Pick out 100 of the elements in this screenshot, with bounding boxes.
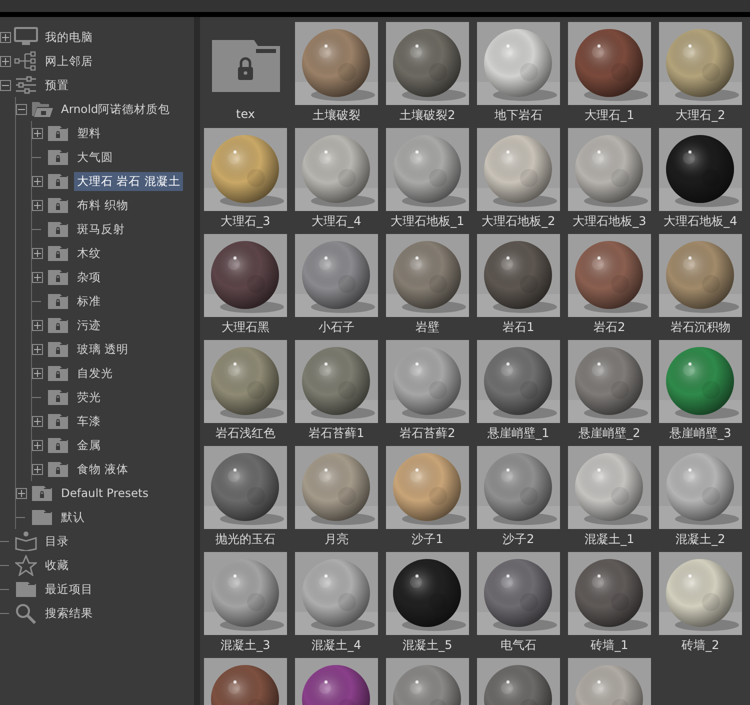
material-label: 大理石_2 — [676, 107, 726, 124]
network-icon — [14, 51, 38, 71]
folder-lock-icon — [47, 124, 69, 142]
material-label: 大理石地板_1 — [390, 213, 464, 230]
material-label: 混凝土_1 — [584, 531, 634, 548]
material-label: 电气石 — [500, 637, 536, 654]
folder-lock-icon — [47, 412, 69, 430]
material-label: 岩石苔藓1 — [308, 425, 364, 442]
expander-toggle[interactable] — [32, 440, 43, 450]
book-icon — [15, 531, 37, 551]
material-label: 大理石_3 — [220, 213, 270, 230]
material-label: 砖墙_2 — [682, 637, 720, 654]
tree-item[interactable]: 食物 液体 — [74, 460, 132, 478]
tree-item[interactable]: 斑马反射 — [74, 220, 128, 238]
material-label: 大理石_4 — [312, 213, 362, 230]
tree-item[interactable]: 车漆 — [74, 412, 104, 430]
tree-item[interactable]: 布料 织物 — [74, 196, 132, 214]
folder-lock-icon — [47, 364, 69, 382]
tree-item[interactable]: Arnold阿诺德材质包 — [58, 100, 174, 118]
tree-item[interactable]: 收藏 — [42, 556, 72, 574]
folder-lock-icon — [47, 436, 69, 454]
tree-item[interactable]: 网上邻居 — [42, 52, 96, 70]
star-icon — [15, 554, 37, 576]
folder-icon — [31, 508, 53, 526]
tree-item[interactable]: 塑料 — [74, 124, 104, 142]
tree-item[interactable]: 大理石 岩石 混凝土 — [74, 172, 184, 190]
material-label: 小石子 — [318, 319, 354, 336]
material-label: 混凝土_2 — [676, 531, 726, 548]
expander-toggle[interactable] — [32, 320, 43, 330]
monitor-icon — [14, 27, 38, 47]
expander-toggle[interactable] — [32, 464, 43, 474]
folder-lock-icon — [31, 484, 53, 502]
expander-toggle[interactable] — [32, 272, 43, 282]
tree-item[interactable]: 杂项 — [74, 268, 104, 286]
folder-lock-icon — [47, 196, 69, 214]
folder-lock-icon — [47, 148, 69, 166]
material-label: 土壤破裂 — [312, 107, 360, 124]
expander-toggle[interactable] — [0, 56, 11, 66]
material-label: 抛光的玉石 — [216, 531, 276, 548]
material-label: 大理石地板_2 — [482, 213, 556, 230]
material-label: 大理石地板_4 — [664, 213, 738, 230]
tree-item[interactable]: 荧光 — [74, 388, 104, 406]
material-label: 大理石_1 — [584, 107, 634, 124]
tree-item[interactable]: 污迹 — [74, 316, 104, 334]
material-label: 沙子1 — [412, 531, 444, 548]
material-label: 沙子2 — [502, 531, 534, 548]
folder-icon — [15, 580, 37, 598]
material-label: 混凝土_4 — [312, 637, 362, 654]
expander-toggle[interactable] — [32, 368, 43, 378]
expander-toggle[interactable] — [0, 32, 11, 42]
material-label: 岩石苔藓2 — [400, 425, 456, 442]
tree-item[interactable]: 目录 — [42, 532, 72, 550]
expander-toggle[interactable] — [16, 104, 27, 114]
folder-lock-icon — [47, 316, 69, 334]
expander-toggle[interactable] — [16, 488, 27, 498]
material-label: 砖墙_1 — [590, 637, 628, 654]
expander-toggle[interactable] — [32, 416, 43, 426]
expander-toggle[interactable] — [32, 176, 43, 186]
material-label: 岩壁 — [416, 319, 440, 336]
folder-lock-icon — [47, 292, 69, 310]
folder-lock-icon — [47, 388, 69, 406]
folder-lock-icon — [47, 220, 69, 238]
material-label: 岩石1 — [502, 319, 534, 336]
material-label: 悬崖峭壁_1 — [488, 425, 550, 442]
expander-toggle[interactable] — [32, 200, 43, 210]
tree-item[interactable]: 我的电脑 — [42, 28, 96, 46]
folder-lock-icon — [47, 244, 69, 262]
material-label: 悬崖峭壁_2 — [578, 425, 640, 442]
material-label: 悬崖峭壁_3 — [670, 425, 732, 442]
folder-lock-icon — [47, 340, 69, 358]
tree-item[interactable]: 最近项目 — [42, 580, 96, 598]
tree-item[interactable]: 木纹 — [74, 244, 104, 262]
search-icon — [15, 602, 37, 624]
material-label: tex — [236, 107, 255, 121]
tree-item[interactable]: Default Presets — [58, 484, 152, 502]
tree-item[interactable]: 自发光 — [74, 364, 116, 382]
tree-item[interactable]: 玻璃 透明 — [74, 340, 132, 358]
material-label: 混凝土_3 — [220, 637, 270, 654]
expander-toggle[interactable] — [0, 80, 11, 90]
tree-item[interactable]: 默认 — [58, 508, 88, 526]
open-folder-lock-icon — [31, 100, 53, 118]
tree-item[interactable]: 标准 — [74, 292, 104, 310]
expander-toggle[interactable] — [32, 248, 43, 258]
folder-lock-icon — [47, 172, 69, 190]
material-label: 地下岩石 — [494, 107, 542, 124]
expander-toggle[interactable] — [32, 344, 43, 354]
tree-item[interactable]: 大气圆 — [74, 148, 116, 166]
material-label: 大理石地板_3 — [572, 213, 646, 230]
expander-toggle[interactable] — [32, 128, 43, 138]
tree-item[interactable]: 预置 — [42, 76, 72, 94]
folder-lock-icon — [47, 460, 69, 478]
material-label: 土壤破裂2 — [400, 107, 456, 124]
folder-lock-icon — [47, 268, 69, 286]
material-label: 岩石沉积物 — [670, 319, 730, 336]
material-label: 月亮 — [324, 531, 348, 548]
material-label: 岩石2 — [594, 319, 626, 336]
tree-item[interactable]: 搜索结果 — [42, 604, 96, 622]
material-label: 岩石浅红色 — [216, 425, 276, 442]
sliders-icon — [14, 76, 38, 94]
tree-item[interactable]: 金属 — [74, 436, 104, 454]
